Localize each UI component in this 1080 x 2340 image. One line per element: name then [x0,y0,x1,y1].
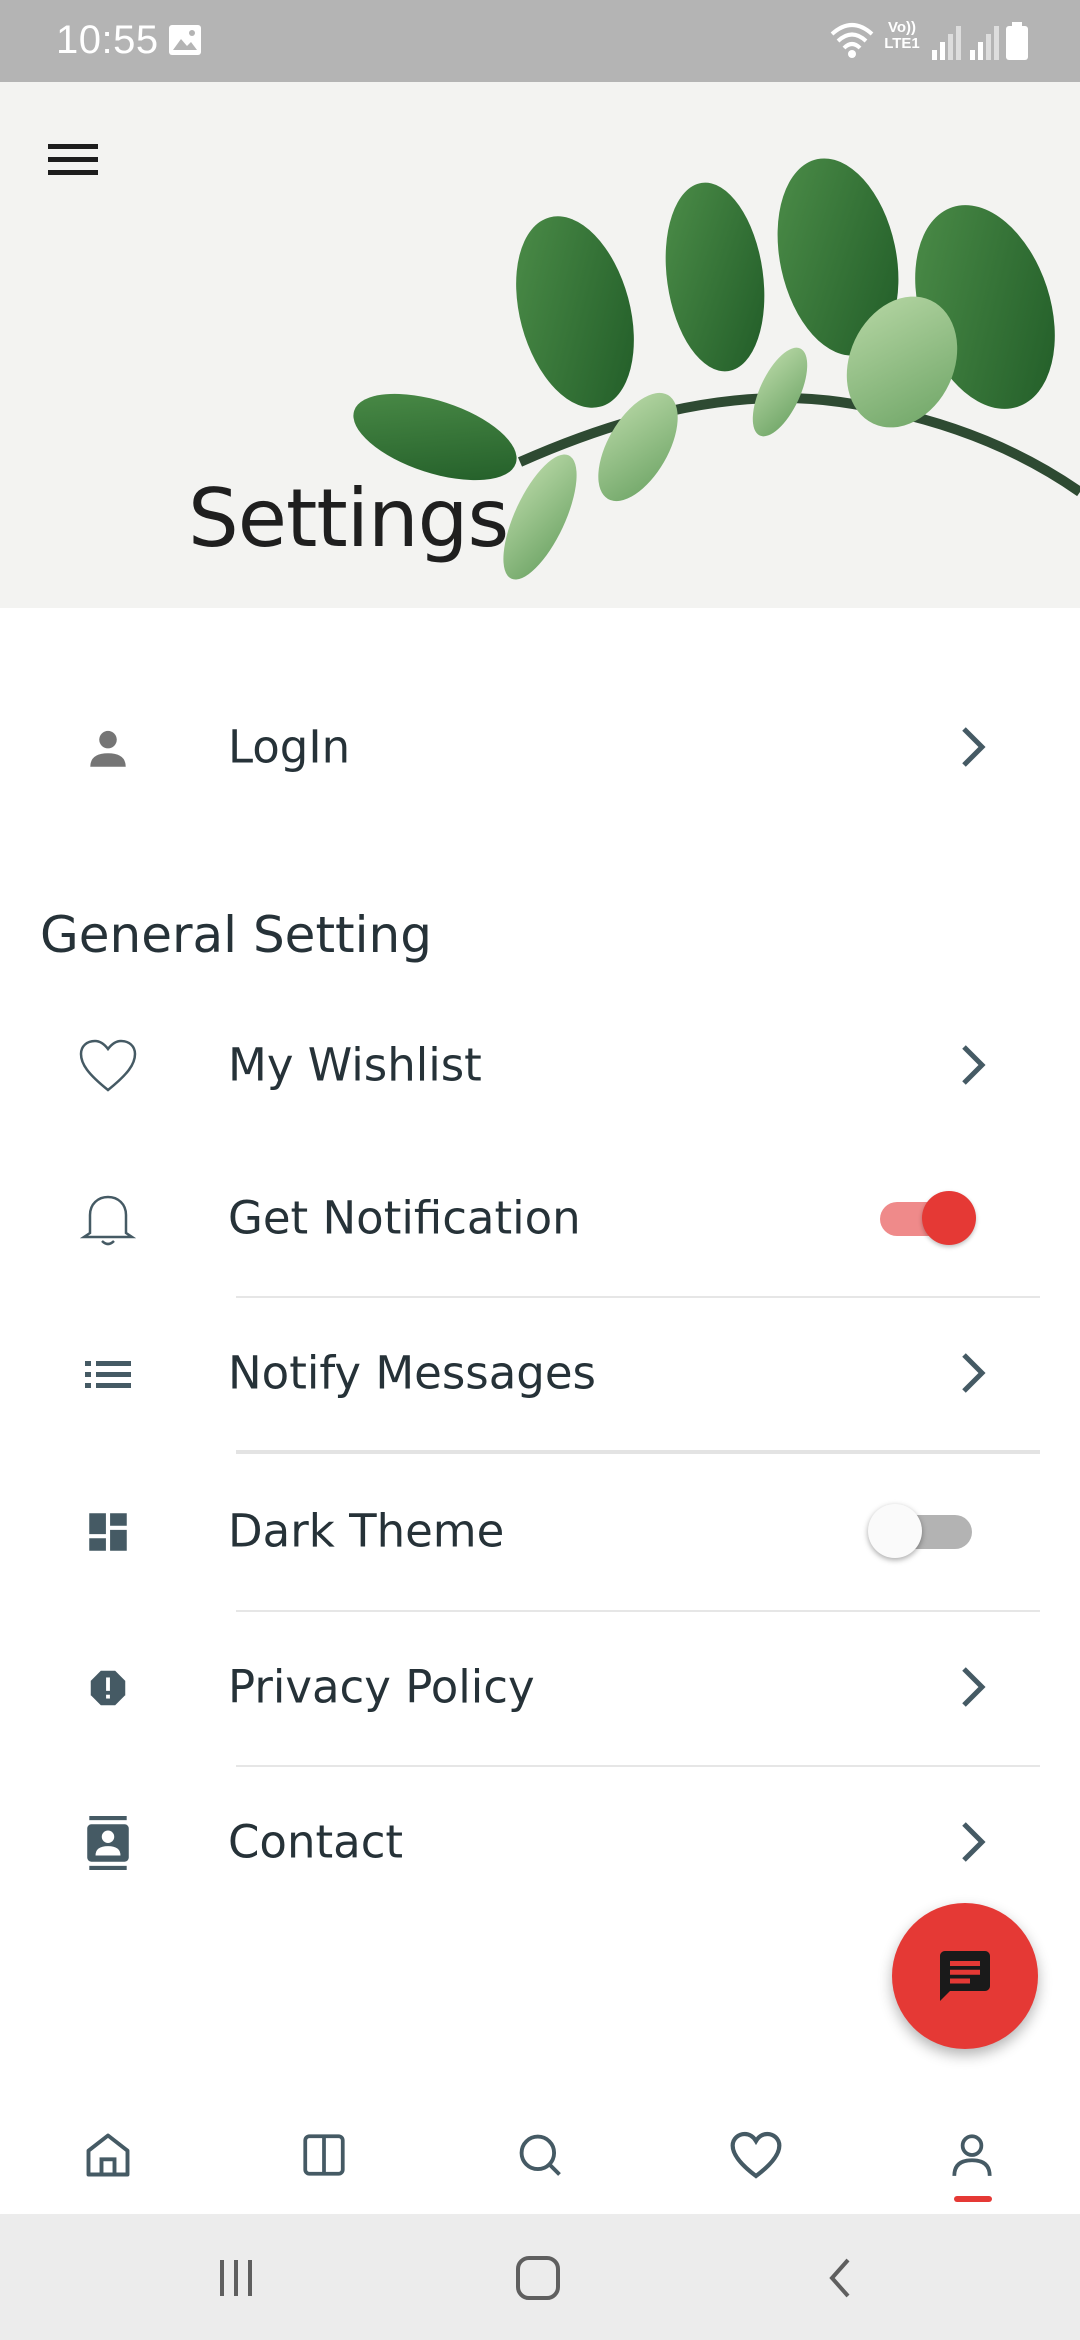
chevron-right-icon [962,1045,986,1085]
signal-icon [932,26,961,60]
list-icon [85,1361,131,1388]
settings-row-notification: Get Notification [0,1143,1080,1293]
section-title-general: General Setting [40,906,432,964]
image-icon [169,25,201,55]
recent-apps-button[interactable] [196,2248,276,2308]
settings-row-dark-theme: Dark Theme [0,1456,1080,1606]
wishlist-row-icon [76,1034,140,1098]
notification-toggle[interactable] [876,1191,976,1245]
privacy-policy-label: Privacy Policy [228,1660,535,1714]
battery-icon [1006,22,1028,60]
hamburger-menu-icon [48,144,98,175]
signal-icon [970,26,999,60]
toggle-thumb [922,1191,976,1245]
bottom-nav [0,2090,1080,2214]
contact-row-icon [76,1811,140,1875]
divider [236,1450,1040,1454]
chevron-right-icon [962,727,986,767]
back-button[interactable] [800,2248,880,2308]
status-bar: 10:55 Vo)) LTE1 [0,0,1080,82]
notification-row-icon [76,1187,140,1251]
chevron-right-icon [962,1822,986,1862]
nav-favorites[interactable] [711,2120,801,2190]
contact-card-icon [87,1816,129,1870]
wifi-icon [830,23,874,58]
plant-leaves-illustration [353,158,1080,580]
wishlist-label: My Wishlist [228,1038,482,1092]
home-button[interactable] [498,2248,578,2308]
back-icon [829,2258,850,2298]
volte-icon: Vo)) LTE1 [880,20,924,60]
lte-text: LTE1 [884,35,920,52]
chat-fab-button[interactable] [892,1903,1038,2049]
login-row[interactable]: LogIn [0,672,1080,822]
privacy-policy-row-icon [76,1656,140,1720]
recent-apps-icon [220,2260,252,2296]
dark-theme-toggle[interactable] [868,1504,972,1558]
settings-row-notify-messages[interactable]: Notify Messages [0,1298,1080,1448]
dark-theme-row-icon [76,1500,140,1564]
header: Settings [0,82,1080,608]
volte-text: Vo)) [887,19,917,36]
bell-icon [80,1195,136,1246]
heart-outline-icon [79,1039,137,1092]
settings-row-wishlist[interactable]: My Wishlist [0,990,1080,1140]
contact-label: Contact [228,1815,404,1869]
search-icon [519,2134,561,2176]
nav-home[interactable] [63,2120,153,2190]
status-time: 10:55 [56,18,159,62]
nav-search[interactable] [495,2120,585,2190]
toggle-thumb [868,1504,922,1558]
nav-book[interactable] [279,2120,369,2190]
person-icon [90,730,126,767]
book-icon [303,2134,345,2176]
settings-row-contact[interactable]: Contact [0,1767,1080,1917]
nav-profile[interactable] [927,2120,1017,2190]
login-label: LogIn [228,720,351,774]
home-button-icon [516,2256,560,2300]
chat-message-icon [940,1951,990,2001]
page-title: Settings [188,472,509,565]
profile-icon [952,2134,992,2176]
settings-row-privacy-policy[interactable]: Privacy Policy [0,1612,1080,1762]
chevron-right-icon [962,1353,986,1393]
notification-label: Get Notification [228,1191,581,1245]
heart-icon [730,2131,782,2179]
notify-messages-row-icon [76,1342,140,1406]
status-icons: Vo)) LTE1 [830,20,1028,60]
login-row-icon [76,716,140,780]
menu-button[interactable] [40,130,106,190]
alert-octagon-icon [90,1670,126,1706]
nav-active-indicator [954,2196,992,2202]
home-icon [86,2133,130,2177]
chevron-right-icon [962,1667,986,1707]
dashboard-icon [89,1513,127,1551]
system-nav-bar [0,2214,1080,2340]
dark-theme-label: Dark Theme [228,1504,505,1558]
notify-messages-label: Notify Messages [228,1346,596,1400]
